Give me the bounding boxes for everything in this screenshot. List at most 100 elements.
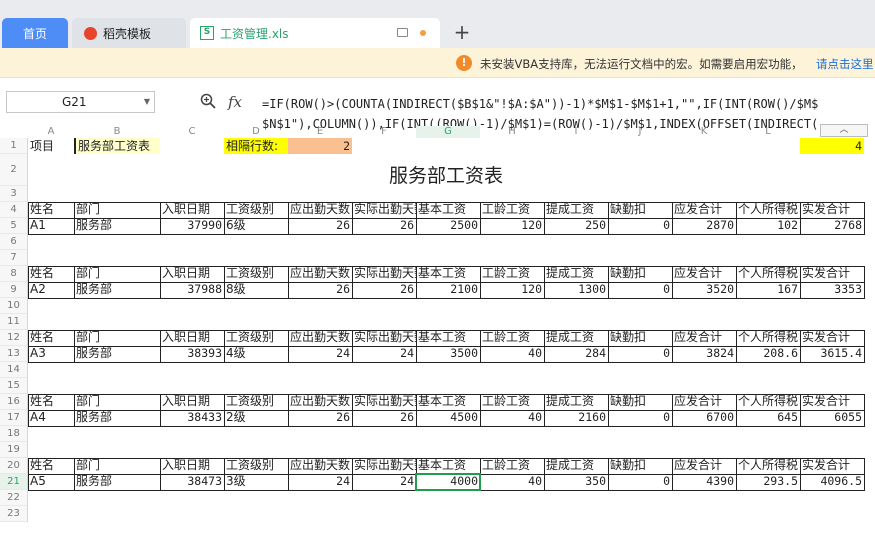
table-cell[interactable]: A5 xyxy=(28,474,75,491)
table-cell[interactable]: 26 xyxy=(352,218,417,235)
table-cell[interactable]: 24 xyxy=(288,346,353,363)
table-header-cell[interactable]: 实发合计 xyxy=(800,458,865,475)
table-header-cell[interactable]: 部门 xyxy=(74,394,161,411)
cell-d1[interactable]: 相隔行数: xyxy=(224,138,288,154)
table-header-cell[interactable]: 提成工资 xyxy=(544,394,609,411)
table-header-cell[interactable]: 入职日期 xyxy=(160,458,225,475)
table-cell[interactable]: 38393 xyxy=(160,346,225,363)
table-cell[interactable]: 40 xyxy=(480,410,545,427)
table-cell[interactable]: 167 xyxy=(736,282,801,299)
table-cell[interactable]: 服务部 xyxy=(74,346,161,363)
column-header-i[interactable]: I xyxy=(544,126,608,138)
table-header-cell[interactable]: 部门 xyxy=(74,202,161,219)
table-header-cell[interactable]: 基本工资 xyxy=(416,266,481,283)
table-header-cell[interactable]: 应出勤天数 xyxy=(288,202,353,219)
row-header-6[interactable]: 6 xyxy=(0,234,28,250)
table-cell[interactable]: 24 xyxy=(352,474,417,491)
table-header-cell[interactable]: 姓名 xyxy=(28,266,75,283)
table-cell[interactable]: 3500 xyxy=(416,346,481,363)
chevron-down-icon[interactable]: ▼ xyxy=(144,92,150,112)
column-header-d[interactable]: D xyxy=(224,126,288,138)
row-header-14[interactable]: 14 xyxy=(0,362,28,378)
table-header-cell[interactable]: 部门 xyxy=(74,330,161,347)
tab-file[interactable]: S 工资管理.xls xyxy=(190,18,440,48)
table-header-cell[interactable]: 入职日期 xyxy=(160,330,225,347)
column-header-c[interactable]: C xyxy=(160,126,224,138)
table-header-cell[interactable]: 提成工资 xyxy=(544,202,609,219)
row-header-3[interactable]: 3 xyxy=(0,186,28,202)
table-cell[interactable]: 4500 xyxy=(416,410,481,427)
column-header-k[interactable]: K xyxy=(672,126,736,138)
row-header-16[interactable]: 16 xyxy=(0,394,28,410)
table-cell[interactable]: 293.5 xyxy=(736,474,801,491)
column-header-h[interactable]: H xyxy=(480,126,544,138)
table-header-cell[interactable]: 姓名 xyxy=(28,330,75,347)
table-header-cell[interactable]: 个人所得税 xyxy=(736,394,801,411)
table-cell[interactable]: 0 xyxy=(608,346,673,363)
table-header-cell[interactable]: 姓名 xyxy=(28,458,75,475)
row-header-5[interactable]: 5 xyxy=(0,218,28,234)
table-cell[interactable]: 37988 xyxy=(160,282,225,299)
table-cell[interactable]: 0 xyxy=(608,474,673,491)
table-cell[interactable]: 3520 xyxy=(672,282,737,299)
table-cell[interactable]: 250 xyxy=(544,218,609,235)
table-cell[interactable]: 2级 xyxy=(224,410,289,427)
table-cell[interactable]: 3615.4 xyxy=(800,346,865,363)
table-cell[interactable]: 3824 xyxy=(672,346,737,363)
cell-m1[interactable]: 4 xyxy=(800,138,864,154)
row-header-11[interactable]: 11 xyxy=(0,314,28,330)
table-header-cell[interactable]: 应出勤天数 xyxy=(288,266,353,283)
table-header-cell[interactable]: 应发合计 xyxy=(672,394,737,411)
table-cell[interactable]: 26 xyxy=(288,410,353,427)
table-cell[interactable]: 24 xyxy=(288,474,353,491)
row-header-1[interactable]: 1 xyxy=(0,138,28,154)
table-cell[interactable]: 120 xyxy=(480,282,545,299)
table-header-cell[interactable]: 工资级别 xyxy=(224,330,289,347)
table-header-cell[interactable]: 个人所得税 xyxy=(736,266,801,283)
table-header-cell[interactable]: 工龄工资 xyxy=(480,266,545,283)
table-cell[interactable]: 645 xyxy=(736,410,801,427)
table-header-cell[interactable]: 应发合计 xyxy=(672,266,737,283)
cell-b1[interactable]: 服务部工资表 xyxy=(74,138,160,154)
table-cell[interactable]: 26 xyxy=(288,218,353,235)
spreadsheet-grid[interactable]: ABCDEFGHIJKLM 12345678910111213141516171… xyxy=(0,126,875,533)
table-cell[interactable]: 3级 xyxy=(224,474,289,491)
table-header-cell[interactable]: 入职日期 xyxy=(160,266,225,283)
table-header-cell[interactable]: 工龄工资 xyxy=(480,394,545,411)
table-cell[interactable]: 2160 xyxy=(544,410,609,427)
tab-home[interactable]: 首页 xyxy=(2,18,68,48)
row-header-4[interactable]: 4 xyxy=(0,202,28,218)
table-header-cell[interactable]: 应发合计 xyxy=(672,458,737,475)
table-cell[interactable]: 6055 xyxy=(800,410,865,427)
table-cell[interactable]: 208.6 xyxy=(736,346,801,363)
row-header-13[interactable]: 13 xyxy=(0,346,28,362)
table-header-cell[interactable]: 工龄工资 xyxy=(480,458,545,475)
table-cell[interactable]: 4390 xyxy=(672,474,737,491)
table-header-cell[interactable]: 部门 xyxy=(74,266,161,283)
table-header-cell[interactable]: 入职日期 xyxy=(160,394,225,411)
table-cell[interactable]: 2100 xyxy=(416,282,481,299)
row-header-8[interactable]: 8 xyxy=(0,266,28,282)
table-header-cell[interactable]: 实发合计 xyxy=(800,394,865,411)
table-header-cell[interactable]: 工资级别 xyxy=(224,394,289,411)
table-header-cell[interactable]: 应出勤天数 xyxy=(288,394,353,411)
enable-macro-link[interactable]: 请点击这里 xyxy=(816,56,874,72)
table-cell[interactable]: 6700 xyxy=(672,410,737,427)
table-header-cell[interactable]: 缺勤扣 xyxy=(608,458,673,475)
sheet-title[interactable]: 服务部工资表 xyxy=(28,160,864,192)
row-header-7[interactable]: 7 xyxy=(0,250,28,266)
table-cell[interactable]: 26 xyxy=(288,282,353,299)
table-cell[interactable]: 6级 xyxy=(224,218,289,235)
table-header-cell[interactable]: 工龄工资 xyxy=(480,330,545,347)
table-cell[interactable]: 26 xyxy=(352,282,417,299)
table-cell[interactable]: 38473 xyxy=(160,474,225,491)
row-header-18[interactable]: 18 xyxy=(0,426,28,442)
row-header-23[interactable]: 23 xyxy=(0,506,28,522)
column-header-a[interactable]: A xyxy=(28,126,74,138)
table-header-cell[interactable]: 个人所得税 xyxy=(736,202,801,219)
table-cell[interactable]: A1 xyxy=(28,218,75,235)
table-header-cell[interactable]: 缺勤扣 xyxy=(608,394,673,411)
column-header-j[interactable]: J xyxy=(608,126,672,138)
table-header-cell[interactable]: 工资级别 xyxy=(224,458,289,475)
table-cell[interactable]: A2 xyxy=(28,282,75,299)
